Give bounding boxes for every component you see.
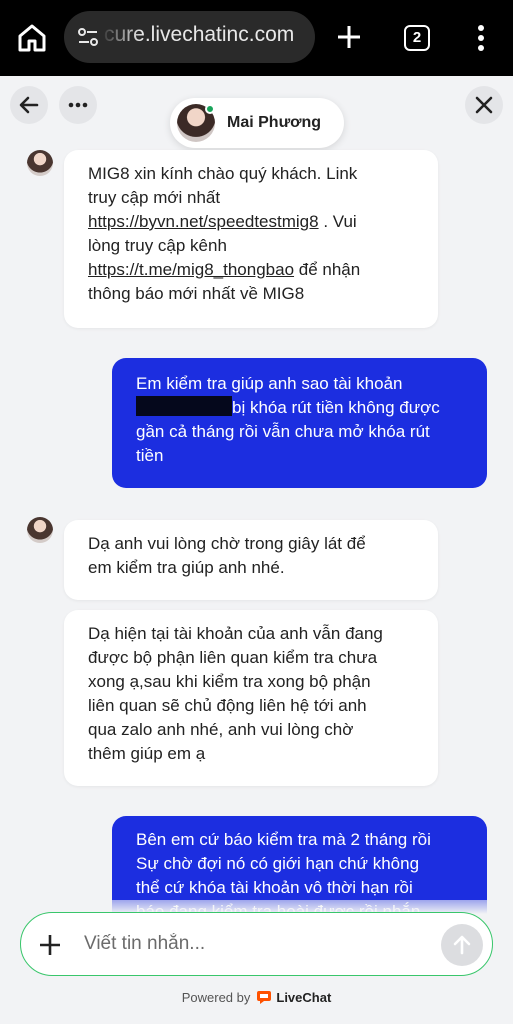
agent-message: Dạ hiện tại tài khoản của anh vẫn đang đ… bbox=[64, 610, 438, 786]
message-text: gần cả tháng rồi vẫn chưa mở khóa rút ti… bbox=[136, 422, 430, 465]
attach-plus-icon[interactable] bbox=[37, 932, 63, 958]
agent-message: MIG8 xin kính chào quý khách. Link truy … bbox=[64, 150, 438, 328]
browser-toolbar: cure.livechatinc.com 2 bbox=[0, 0, 513, 76]
agent-message: Dạ anh vui lòng chờ trong giây lát để em… bbox=[64, 520, 438, 600]
composer-area: Powered by LiveChat bbox=[0, 900, 513, 1024]
close-chat-button[interactable] bbox=[465, 86, 503, 124]
plus-icon[interactable] bbox=[334, 22, 364, 52]
address-bar[interactable]: cure.livechatinc.com bbox=[64, 11, 315, 63]
chat-header: Mai Phương bbox=[0, 76, 513, 148]
tune-icon[interactable] bbox=[76, 25, 100, 49]
more-vert-icon[interactable] bbox=[470, 22, 492, 54]
message-text: bị khóa rút tiền không được bbox=[232, 398, 440, 417]
tab-switcher-icon[interactable]: 2 bbox=[404, 25, 430, 51]
redacted-account-id bbox=[136, 396, 232, 416]
online-status-indicator bbox=[205, 104, 215, 114]
powered-by-text: Powered by bbox=[181, 990, 251, 1005]
home-icon[interactable] bbox=[14, 20, 50, 56]
back-button[interactable] bbox=[10, 86, 48, 124]
livechat-logo-icon bbox=[257, 991, 272, 1004]
message-text: Dạ anh vui lòng chờ trong giây lát để em… bbox=[88, 534, 366, 577]
telegram-link[interactable]: https://t.me/mig8_thongbao bbox=[88, 260, 294, 279]
send-button[interactable] bbox=[441, 924, 483, 966]
visitor-message: Em kiểm tra giúp anh sao tài khoản bị kh… bbox=[112, 358, 487, 488]
message-input[interactable] bbox=[84, 927, 424, 961]
message-text: MIG8 xin kính chào quý khách. Link truy … bbox=[88, 164, 358, 207]
more-options-button[interactable] bbox=[59, 86, 97, 124]
agent-info[interactable]: Mai Phương bbox=[170, 98, 344, 148]
message-text: Dạ hiện tại tài khoản của anh vẫn đang đ… bbox=[88, 624, 383, 763]
powered-by-footer[interactable]: Powered by LiveChat bbox=[0, 989, 513, 1005]
livechat-brand: LiveChat bbox=[276, 990, 332, 1005]
message-text: Em kiểm tra giúp anh sao tài khoản bbox=[136, 374, 403, 393]
agent-avatar bbox=[27, 150, 53, 176]
message-composer bbox=[20, 912, 493, 976]
agent-avatar bbox=[27, 517, 53, 543]
url-fade bbox=[100, 11, 140, 63]
speedtest-link[interactable]: https://byvn.net/speedtestmig8 bbox=[88, 212, 319, 231]
more-horiz-icon bbox=[68, 102, 88, 108]
arrow-up-icon bbox=[453, 935, 471, 955]
arrow-left-icon bbox=[19, 96, 39, 114]
close-icon bbox=[475, 96, 493, 114]
agent-name: Mai Phương bbox=[227, 114, 322, 131]
